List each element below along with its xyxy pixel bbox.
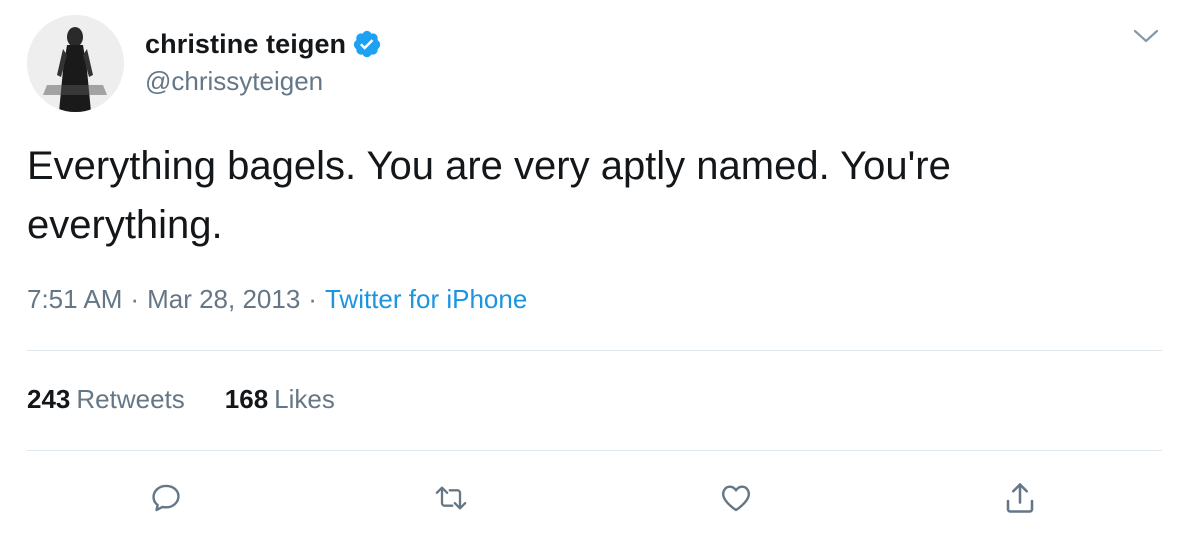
retweet-icon (433, 481, 469, 520)
divider (27, 350, 1162, 351)
likes-stat[interactable]: 168 Likes (225, 384, 335, 415)
tweet-time[interactable]: 7:51 AM (27, 284, 122, 314)
reply-button[interactable] (144, 478, 188, 522)
meta-separator: · (308, 284, 317, 314)
heart-icon (718, 481, 754, 520)
tweet-date[interactable]: Mar 28, 2013 (147, 284, 300, 314)
tweet-meta: 7:51 AM · Mar 28, 2013 · Twitter for iPhone (27, 284, 527, 315)
retweets-label: Retweets (76, 384, 185, 414)
retweets-count: 243 (27, 384, 71, 414)
avatar[interactable] (27, 15, 124, 112)
share-button[interactable] (998, 478, 1042, 522)
tweet-source-link[interactable]: Twitter for iPhone (325, 284, 527, 314)
verified-badge-icon (352, 29, 382, 59)
likes-count: 168 (224, 384, 269, 414)
like-button[interactable] (714, 478, 758, 522)
retweets-stat[interactable]: 243 Retweets (27, 384, 185, 415)
avatar-image (27, 15, 124, 112)
retweet-button[interactable] (429, 478, 473, 522)
tweet-text: Everything bagels. You are very aptly na… (27, 144, 951, 247)
share-icon (1002, 480, 1038, 521)
user-handle[interactable]: @chrissyteigen (145, 66, 323, 97)
chevron-down-icon[interactable] (1132, 26, 1160, 46)
tweet-stats: 243 Retweets 168 Likes (27, 384, 375, 415)
tweet-card: christine teigen @chrissyteigen Everythi… (0, 0, 1190, 546)
reply-icon (149, 481, 183, 520)
display-name-row: christine teigen (145, 26, 382, 62)
likes-label: Likes (274, 384, 335, 414)
display-name[interactable]: christine teigen (145, 29, 346, 60)
meta-separator: · (130, 284, 140, 314)
divider (27, 450, 1162, 451)
